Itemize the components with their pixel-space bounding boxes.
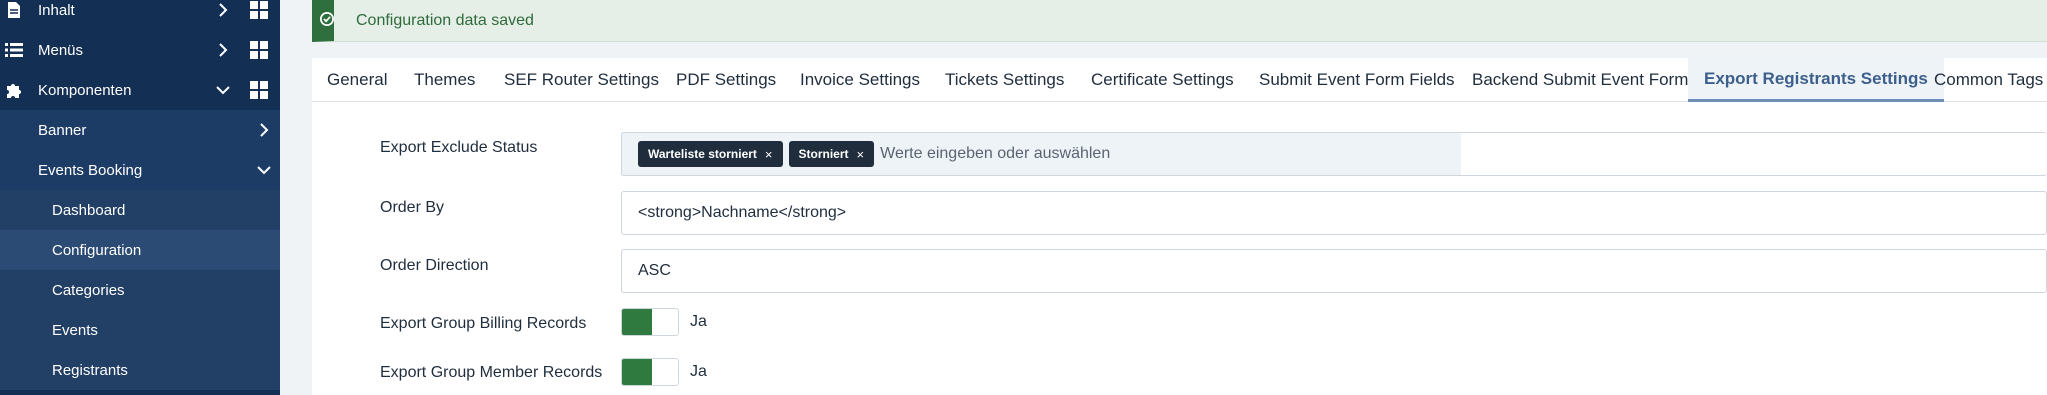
export-group-member-label: Export Group Member Records	[380, 364, 603, 381]
alert-message: Configuration data saved	[356, 11, 534, 29]
sidebar-item-label: Events Booking	[38, 161, 143, 179]
status-chip: Warteliste storniert ×	[638, 141, 783, 167]
dashboard-grid-icon[interactable]	[250, 1, 268, 19]
tab-backend-submit-event-form[interactable]: Backend Submit Event Form	[1472, 58, 1688, 102]
sidebar-item-label: Registrants	[52, 361, 128, 379]
sidebar-item-label: Inhalt	[38, 1, 75, 19]
export-group-billing-label: Export Group Billing Records	[380, 315, 587, 332]
sidebar-item-label: Configuration	[52, 241, 142, 259]
tab-sef-router-settings[interactable]: SEF Router Settings	[504, 58, 659, 102]
export-exclude-status-label: Export Exclude Status	[380, 139, 538, 156]
sidebar-item-label: Dashboard	[52, 201, 126, 219]
sidebar-item-registrants[interactable]: Registrants	[0, 350, 280, 390]
order-by-label: Order By	[380, 199, 445, 216]
export-exclude-status-placeholder[interactable]: Werte eingeben oder auswählen	[880, 145, 1110, 163]
order-by-value: <strong>Nachname</strong>	[638, 204, 847, 221]
order-direction-value: ASC	[638, 262, 671, 279]
toggle-on-indicator	[622, 309, 652, 335]
chevron-down-icon[interactable]	[256, 162, 272, 178]
sidebar-item-komponenten[interactable]: Komponenten	[0, 70, 280, 110]
chevron-right-icon[interactable]	[256, 122, 272, 138]
export-exclude-status-field[interactable]: Warteliste storniert × Storniert × Werte…	[621, 132, 2047, 176]
settings-tabs: General Themes SEF Router Settings PDF S…	[312, 58, 2047, 102]
sidebar-item-configuration[interactable]: Configuration	[0, 230, 280, 270]
status-chip: Storniert ×	[788, 141, 875, 167]
chip-remove-icon[interactable]: ×	[857, 147, 865, 162]
sidebar-item-inhalt[interactable]: Inhalt	[0, 0, 280, 30]
toggle-on-indicator	[622, 359, 652, 385]
chevron-right-icon[interactable]	[215, 2, 231, 18]
tab-themes[interactable]: Themes	[414, 58, 475, 102]
sidebar-item-label: Komponenten	[38, 81, 132, 99]
chip-remove-icon[interactable]: ×	[765, 147, 773, 162]
dashboard-grid-icon[interactable]	[250, 41, 268, 59]
sidebar-item-categories[interactable]: Categories	[0, 270, 280, 310]
chevron-right-icon[interactable]	[215, 42, 231, 58]
order-by-field[interactable]: <strong>Nachname</strong>	[621, 191, 2047, 235]
sidebar-item-banner[interactable]: Banner	[0, 110, 280, 150]
dashboard-grid-icon[interactable]	[250, 81, 268, 99]
document-icon	[4, 0, 24, 20]
sidebar-item-label: Menüs	[38, 41, 84, 59]
sidebar-item-label: Banner	[38, 121, 87, 139]
tab-submit-event-form-fields[interactable]: Submit Event Form Fields	[1259, 58, 1455, 102]
export-group-billing-toggle[interactable]	[621, 308, 679, 336]
chevron-down-icon[interactable]	[215, 82, 231, 98]
export-group-member-value: Ja	[690, 363, 707, 380]
list-icon	[4, 40, 24, 60]
success-alert: Configuration data saved	[312, 0, 2047, 42]
sidebar-item-menus[interactable]: Menüs	[0, 30, 280, 70]
order-direction-select[interactable]: ASC	[621, 249, 2047, 293]
sidebar-item-events-booking[interactable]: Events Booking	[0, 150, 280, 190]
export-group-member-toggle[interactable]	[621, 358, 679, 386]
tab-pdf-settings[interactable]: PDF Settings	[676, 58, 776, 102]
sidebar-item-label: Events	[52, 321, 98, 339]
check-circle-icon	[320, 12, 336, 28]
tab-invoice-settings[interactable]: Invoice Settings	[800, 58, 920, 102]
tab-common-tags[interactable]: Common Tags	[1934, 58, 2043, 102]
sidebar-item-dashboard[interactable]: Dashboard	[0, 190, 280, 230]
tab-export-registrants-settings[interactable]: Export Registrants Settings	[1688, 58, 1944, 102]
tab-certificate-settings[interactable]: Certificate Settings	[1091, 58, 1234, 102]
sidebar-item-label: Categories	[52, 281, 125, 299]
puzzle-icon	[4, 80, 24, 100]
order-direction-label: Order Direction	[380, 257, 489, 274]
tab-tickets-settings[interactable]: Tickets Settings	[945, 58, 1064, 102]
export-group-billing-value: Ja	[690, 313, 707, 330]
tab-general[interactable]: General	[327, 58, 387, 102]
sidebar: Inhalt Menüs Komponenten Banner Events B…	[0, 0, 280, 395]
sidebar-item-events[interactable]: Events	[0, 310, 280, 350]
